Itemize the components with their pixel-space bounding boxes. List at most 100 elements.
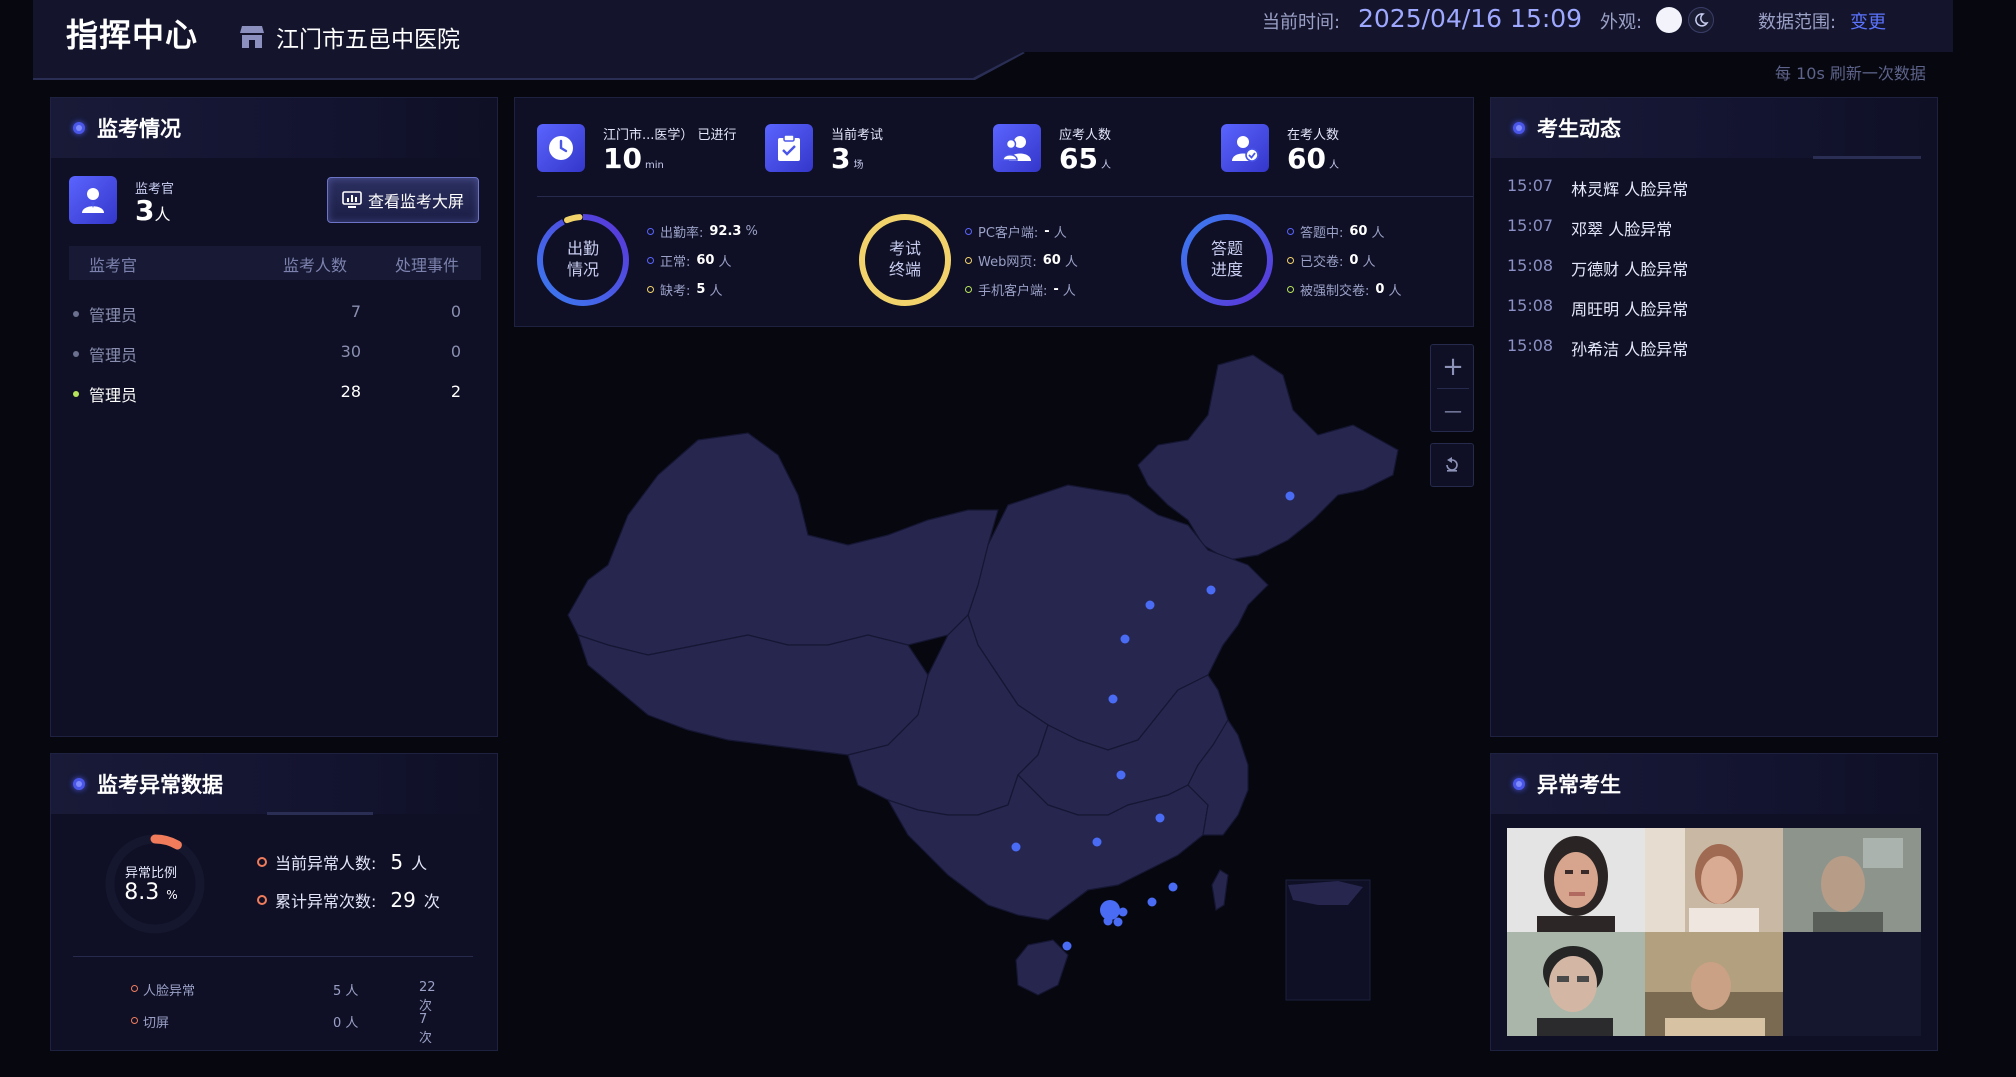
map-marker[interactable]: [1062, 941, 1072, 951]
kv-label: 缺考:: [660, 284, 691, 299]
page-title: 指挥中心: [66, 16, 199, 54]
current-time: 2025/04/16 15:09: [1358, 4, 1583, 33]
supervision-panel: 监考情况 监考官 3人 查看监考大屏 监考官 监考人数 处理事件 管理员 7 0…: [50, 97, 498, 737]
map-marker[interactable]: [1103, 916, 1113, 926]
map-marker[interactable]: [1147, 897, 1157, 907]
kv-unit: %: [745, 224, 758, 239]
map-reset-button[interactable]: [1430, 443, 1474, 487]
row-ring-icon: [131, 1017, 138, 1024]
map-marker[interactable]: [1120, 634, 1130, 644]
feed-text: 孙希洁 人脸异常: [1571, 340, 1689, 359]
kv-value: -: [1044, 224, 1050, 239]
stat-label: 在考人数: [1287, 128, 1340, 143]
exam-stats-panel: 江门市...医学） 已进行 10 min 当前考试 3场 应考人数 65 人 在考人…: [514, 97, 1474, 327]
supervisor-icon: [69, 176, 117, 224]
appearance-label: 外观:: [1600, 12, 1643, 33]
tab-indicator: [267, 812, 373, 815]
feed-time: 15:07: [1507, 176, 1554, 195]
map-marker[interactable]: [1285, 491, 1295, 501]
map-marker[interactable]: [1145, 600, 1155, 610]
sun-icon[interactable]: [1656, 7, 1682, 33]
feed-item[interactable]: 15:08 周旺明 人脸异常: [1507, 296, 1688, 326]
student-photo[interactable]: [1645, 828, 1783, 932]
china-map[interactable]: [548, 345, 1408, 1010]
map-marker[interactable]: [1116, 770, 1126, 780]
column-header: 监考官: [89, 256, 138, 275]
supervisor-table-header: 监考官 监考人数 处理事件: [69, 246, 481, 280]
panel-title: 考生动态: [1537, 117, 1621, 141]
column-header: 处理事件: [395, 256, 460, 275]
change-scope-link[interactable]: 变更: [1850, 8, 1886, 34]
abnormal-students-panel: 异常考生: [1490, 753, 1938, 1051]
kv-label: 已交卷:: [1300, 255, 1344, 270]
row-count: 30: [340, 342, 361, 361]
org-name: 江门市五邑中医院: [276, 27, 460, 53]
bullet-icon: [965, 228, 972, 235]
kv-label: 出勤率:: [660, 226, 704, 241]
map-regions: [567, 354, 1399, 996]
zoom-out-button[interactable]: —: [1431, 389, 1475, 433]
table-row[interactable]: 管理员 28 2: [69, 374, 481, 414]
view-big-screen-button[interactable]: 查看监考大屏: [327, 177, 479, 223]
supervisor-count-value: 3: [135, 194, 155, 227]
store-icon: [240, 26, 264, 48]
anomaly-people: 0 人: [333, 1016, 359, 1031]
bullet-icon: [647, 257, 654, 264]
feed-item[interactable]: 15:08 孙希洁 人脸异常: [1507, 336, 1688, 366]
map-marker[interactable]: [1011, 842, 1021, 852]
map-marker[interactable]: [1168, 882, 1178, 892]
anomaly-row: 切屏 0 人 7 次: [131, 1012, 432, 1046]
row-dot: [73, 311, 79, 317]
bullet-icon: [1287, 228, 1294, 235]
panel-title: 异常考生: [1537, 773, 1621, 797]
kv-label: 被强制交卷:: [1300, 284, 1370, 299]
stat-label: 当前考试: [831, 128, 884, 143]
feed-item[interactable]: 15:07 邓翠 人脸异常: [1507, 216, 1672, 246]
attendance-rate: 出勤率: 92.3%: [647, 222, 758, 241]
student-photo[interactable]: [1507, 932, 1645, 1036]
map-marker[interactable]: [1155, 813, 1165, 823]
anomaly-people: 5 人: [333, 984, 359, 999]
attendance-absent: 缺考: 5 人: [647, 280, 722, 299]
zoom-in-button[interactable]: +: [1431, 345, 1475, 389]
chart-screen-icon: [342, 191, 362, 208]
stat-unit: 人: [1100, 160, 1111, 171]
progress-answering: 答题中: 60 人: [1287, 222, 1385, 241]
reset-icon: [1446, 457, 1458, 472]
ring-label-line: 出勤: [566, 239, 599, 258]
table-row[interactable]: 管理员 7 0: [69, 294, 481, 334]
ring-label-line: 终端: [888, 260, 921, 279]
kv-label: 答题中:: [1300, 226, 1344, 241]
map-marker[interactable]: [1206, 585, 1216, 595]
terminal-ring-label: 考试 终端: [867, 238, 943, 280]
bullet-icon: [647, 228, 654, 235]
row-name: 管理员: [89, 306, 138, 325]
table-row[interactable]: 管理员 30 0: [69, 334, 481, 374]
kv-unit: 人: [1362, 255, 1376, 270]
refresh-note: 每 10s 刷新一次数据: [1775, 64, 1926, 83]
feed-item[interactable]: 15:08 万德财 人脸异常: [1507, 256, 1688, 286]
total-anomaly-label: 累计异常次数:: [275, 892, 377, 911]
map-marker[interactable]: [1118, 907, 1128, 917]
moon-icon[interactable]: [1688, 7, 1714, 33]
kv-value: 0: [1349, 253, 1359, 268]
anomaly-data-panel: 监考异常数据 异常比例 8.3 % 当前异常人数: 5 人 累计异常次数: 29…: [50, 753, 498, 1051]
student-photo[interactable]: [1645, 932, 1783, 1036]
bullet-icon: [965, 257, 972, 264]
map-marker[interactable]: [1113, 917, 1123, 927]
panel-bullet-icon: [73, 778, 85, 790]
panel-title: 监考异常数据: [97, 773, 223, 797]
anomaly-times: 7 次: [419, 1012, 433, 1046]
student-photo[interactable]: [1507, 828, 1645, 932]
candidate-feed-panel: 考生动态 15:07 林灵辉 人脸异常 15:07 邓翠 人脸异常 15:08 万德财…: [1490, 97, 1938, 737]
total-anomaly-unit: 次: [423, 892, 440, 911]
map-marker[interactable]: [1108, 694, 1118, 704]
feed-item[interactable]: 15:07 林灵辉 人脸异常: [1507, 176, 1688, 206]
ratio-number: 8.3: [124, 880, 160, 905]
student-photo[interactable]: [1783, 828, 1921, 932]
org-selector[interactable]: 江门市五邑中医院: [238, 20, 460, 54]
kv-label: Web网页:: [978, 255, 1037, 270]
map-marker[interactable]: [1092, 837, 1102, 847]
panel-bullet-icon: [1513, 778, 1525, 790]
current-anomaly-unit: 人: [411, 854, 428, 873]
